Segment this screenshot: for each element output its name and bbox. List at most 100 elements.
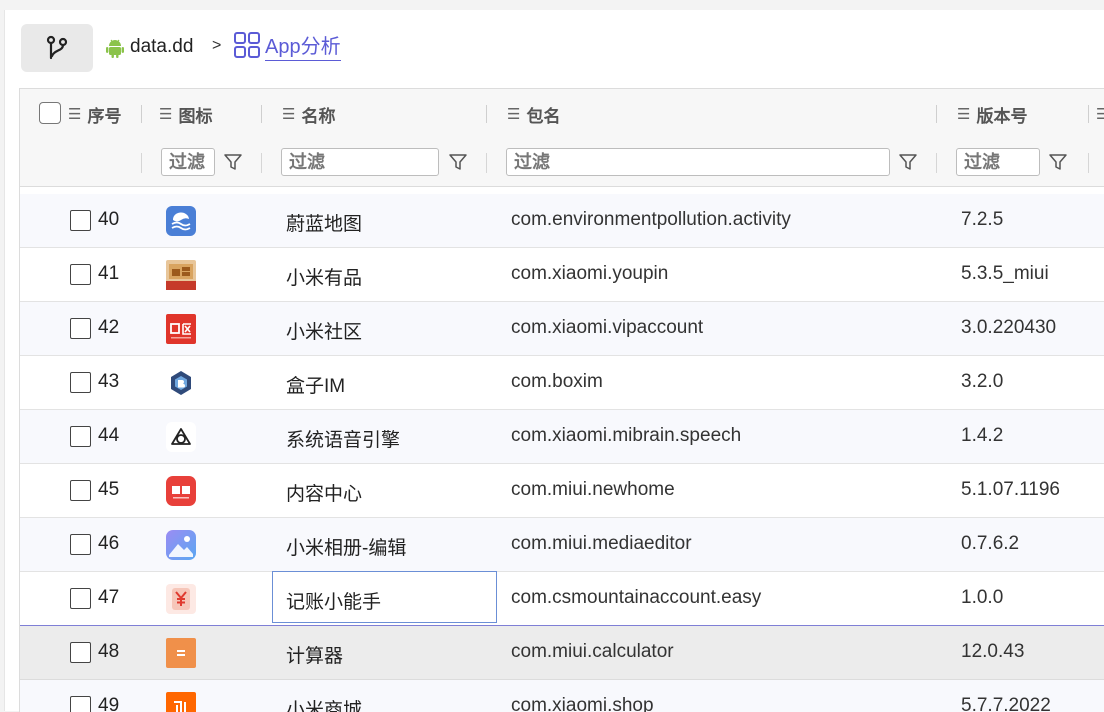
weather-map-icon (166, 206, 196, 236)
calculator-icon (166, 638, 196, 668)
column-menu-icon: ☰ (957, 106, 971, 123)
column-divider[interactable] (261, 105, 262, 123)
column-header-name[interactable]: ☰ 名称 (282, 89, 335, 139)
app-name: 系统语音引擎 (286, 430, 401, 451)
table-row[interactable]: 46 小米相册-编辑 com.miui.mediaeditor 0.7.6.2 (20, 518, 1104, 572)
name-filter-input[interactable]: 过滤 (281, 148, 439, 176)
column-divider[interactable] (936, 105, 937, 123)
column-menu-icon: ☰ (159, 106, 173, 123)
column-divider[interactable] (141, 105, 142, 123)
table-row[interactable]: 45 内容中心 com.miui.newhome 5.1.07.1196 (20, 464, 1104, 518)
app-package: com.boxim (511, 371, 603, 392)
column-header-package[interactable]: ☰ 包名 (507, 89, 560, 139)
column-header-more[interactable]: ☰ (1096, 89, 1104, 139)
row-index: 43 (98, 371, 120, 392)
column-header-index[interactable]: ☰ 序号 (68, 89, 121, 139)
table-row[interactable]: 43 盒子IM com.boxim 3.2.0 (20, 356, 1104, 410)
column-label: 版本号 (976, 106, 1028, 126)
app-package: com.miui.newhome (511, 479, 675, 500)
row-checkbox[interactable] (70, 264, 91, 285)
column-label: 序号 (87, 106, 122, 126)
row-checkbox[interactable] (70, 426, 91, 447)
row-checkbox[interactable] (70, 642, 91, 663)
row-checkbox[interactable] (70, 318, 91, 339)
row-index: 40 (98, 209, 120, 230)
app-name: 小米有品 (286, 268, 363, 289)
filter-icon[interactable] (1048, 152, 1068, 172)
app-version: 5.3.5_miui (961, 263, 1049, 284)
column-menu-icon: ☰ (1096, 105, 1104, 123)
table-header: ☰ 序号 ☰ 图标 ☰ 名称 ☰ 包名 ☰ 版本号 (20, 89, 1104, 140)
table-row[interactable]: 44 系统语音引擎 com.xiaomi.mibrain.speech 1.4.… (20, 410, 1104, 464)
filter-icon[interactable] (223, 152, 243, 172)
app-name: 蔚蓝地图 (286, 214, 363, 235)
app-version: 0.7.6.2 (961, 533, 1020, 554)
breadcrumb-file[interactable]: data.dd (130, 36, 193, 58)
app-package: com.csmountainaccount.easy (511, 587, 762, 608)
breadcrumb: data.dd > App分析 (5, 10, 1104, 76)
row-checkbox[interactable] (70, 534, 91, 555)
grid-icon (234, 32, 260, 58)
column-menu-icon: ☰ (507, 106, 521, 123)
column-menu-icon: ☰ (282, 106, 296, 123)
table-row[interactable]: 49 小米商城 com.xiaomi.shop 5.7.7.2022 (20, 680, 1104, 712)
android-icon (106, 39, 124, 58)
app-name: 记账小能手 (286, 592, 382, 613)
row-checkbox[interactable] (70, 696, 91, 712)
table-row[interactable]: 42 小米社区 com.xiaomi.vipaccount 3.0.220430 (20, 302, 1104, 356)
row-checkbox[interactable] (70, 210, 91, 231)
app-version: 3.2.0 (961, 371, 1004, 392)
mi-shop-icon (166, 692, 196, 712)
app-package: com.miui.calculator (511, 641, 674, 662)
row-index: 49 (98, 695, 120, 712)
row-checkbox[interactable] (70, 372, 91, 393)
accounting-icon (166, 584, 196, 614)
app-package: com.miui.mediaeditor (511, 533, 692, 554)
app-table: ☰ 序号 ☰ 图标 ☰ 名称 ☰ 包名 ☰ 版本号 过滤 过滤 过滤 过滤 40… (19, 88, 1104, 712)
gallery-editor-icon (166, 530, 196, 560)
column-label: 图标 (178, 106, 213, 126)
app-name: 小米商城 (286, 700, 363, 712)
youpin-icon (166, 260, 196, 290)
column-divider[interactable] (486, 105, 487, 123)
package-filter-input[interactable]: 过滤 (506, 148, 890, 176)
table-row[interactable]: 40 蔚蓝地图 com.environmentpollution.activit… (20, 194, 1104, 248)
branch-button[interactable] (21, 24, 93, 72)
app-version: 12.0.43 (961, 641, 1025, 662)
community-icon (166, 314, 196, 344)
git-branch-icon (46, 35, 68, 60)
row-index: 45 (98, 479, 120, 500)
icon-filter-input[interactable]: 过滤 (161, 148, 215, 176)
version-filter-input[interactable]: 过滤 (956, 148, 1040, 176)
breadcrumb-app-analysis[interactable]: App分析 (265, 34, 341, 61)
row-index: 42 (98, 317, 120, 338)
boxim-icon (171, 371, 191, 395)
row-checkbox[interactable] (70, 588, 91, 609)
table-row[interactable]: 47 记账小能手 com.csmountainaccount.easy 1.0.… (20, 571, 1104, 626)
app-package: com.xiaomi.youpin (511, 263, 669, 284)
column-label: 包名 (526, 106, 561, 126)
app-package: com.xiaomi.shop (511, 695, 654, 712)
table-row[interactable]: 41 小米有品 com.xiaomi.youpin 5.3.5_miui (20, 248, 1104, 302)
row-checkbox[interactable] (70, 480, 91, 501)
app-name: 小米社区 (286, 322, 363, 343)
app-package: com.xiaomi.vipaccount (511, 317, 704, 338)
app-version: 1.0.0 (961, 587, 1004, 608)
filter-icon[interactable] (448, 152, 468, 172)
column-divider (1088, 153, 1089, 173)
column-header-version[interactable]: ☰ 版本号 (957, 89, 1027, 139)
filter-icon[interactable] (898, 152, 918, 172)
column-header-icon[interactable]: ☰ 图标 (159, 89, 212, 139)
column-divider (486, 153, 487, 173)
app-version: 5.7.7.2022 (961, 695, 1051, 712)
select-all-checkbox[interactable] (39, 102, 61, 124)
column-divider (261, 153, 262, 173)
column-menu-icon: ☰ (68, 106, 82, 123)
table-row[interactable]: 48 计算器 com.miui.calculator 12.0.43 (20, 626, 1104, 680)
column-divider[interactable] (1088, 105, 1089, 123)
row-index: 41 (98, 263, 120, 284)
column-divider (936, 153, 937, 173)
filter-row: 过滤 过滤 过滤 过滤 (20, 139, 1104, 187)
app-version: 7.2.5 (961, 209, 1004, 230)
column-label: 名称 (301, 106, 336, 126)
